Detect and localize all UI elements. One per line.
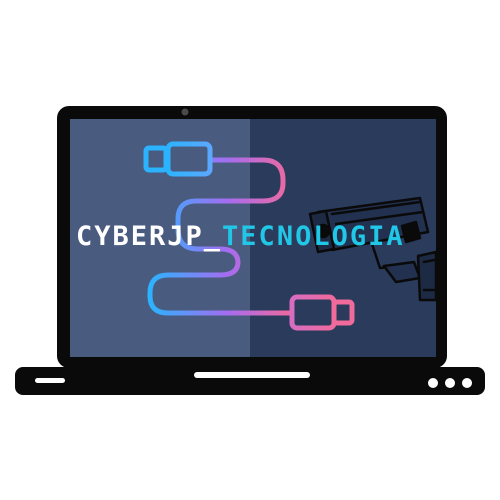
- laptop-logo-illustration: CYBERJP_TECNOLOGIA: [15, 106, 485, 395]
- logo-canvas: CYBERJP_TECNOLOGIA: [0, 0, 500, 500]
- trackpad-notch: [194, 372, 310, 378]
- brand-right-text: TECNOLOGIA: [222, 221, 405, 252]
- base-dot: [445, 378, 455, 388]
- base-dot: [462, 378, 472, 388]
- webcam-icon: [181, 108, 189, 116]
- brand-left-text: CYBERJP_: [76, 221, 222, 252]
- laptop-base: [15, 367, 485, 395]
- base-slot: [35, 378, 65, 383]
- laptop-screen: CYBERJP_TECNOLOGIA: [70, 119, 436, 357]
- base-dot: [428, 378, 438, 388]
- brand-text: CYBERJP_TECNOLOGIA: [76, 221, 405, 252]
